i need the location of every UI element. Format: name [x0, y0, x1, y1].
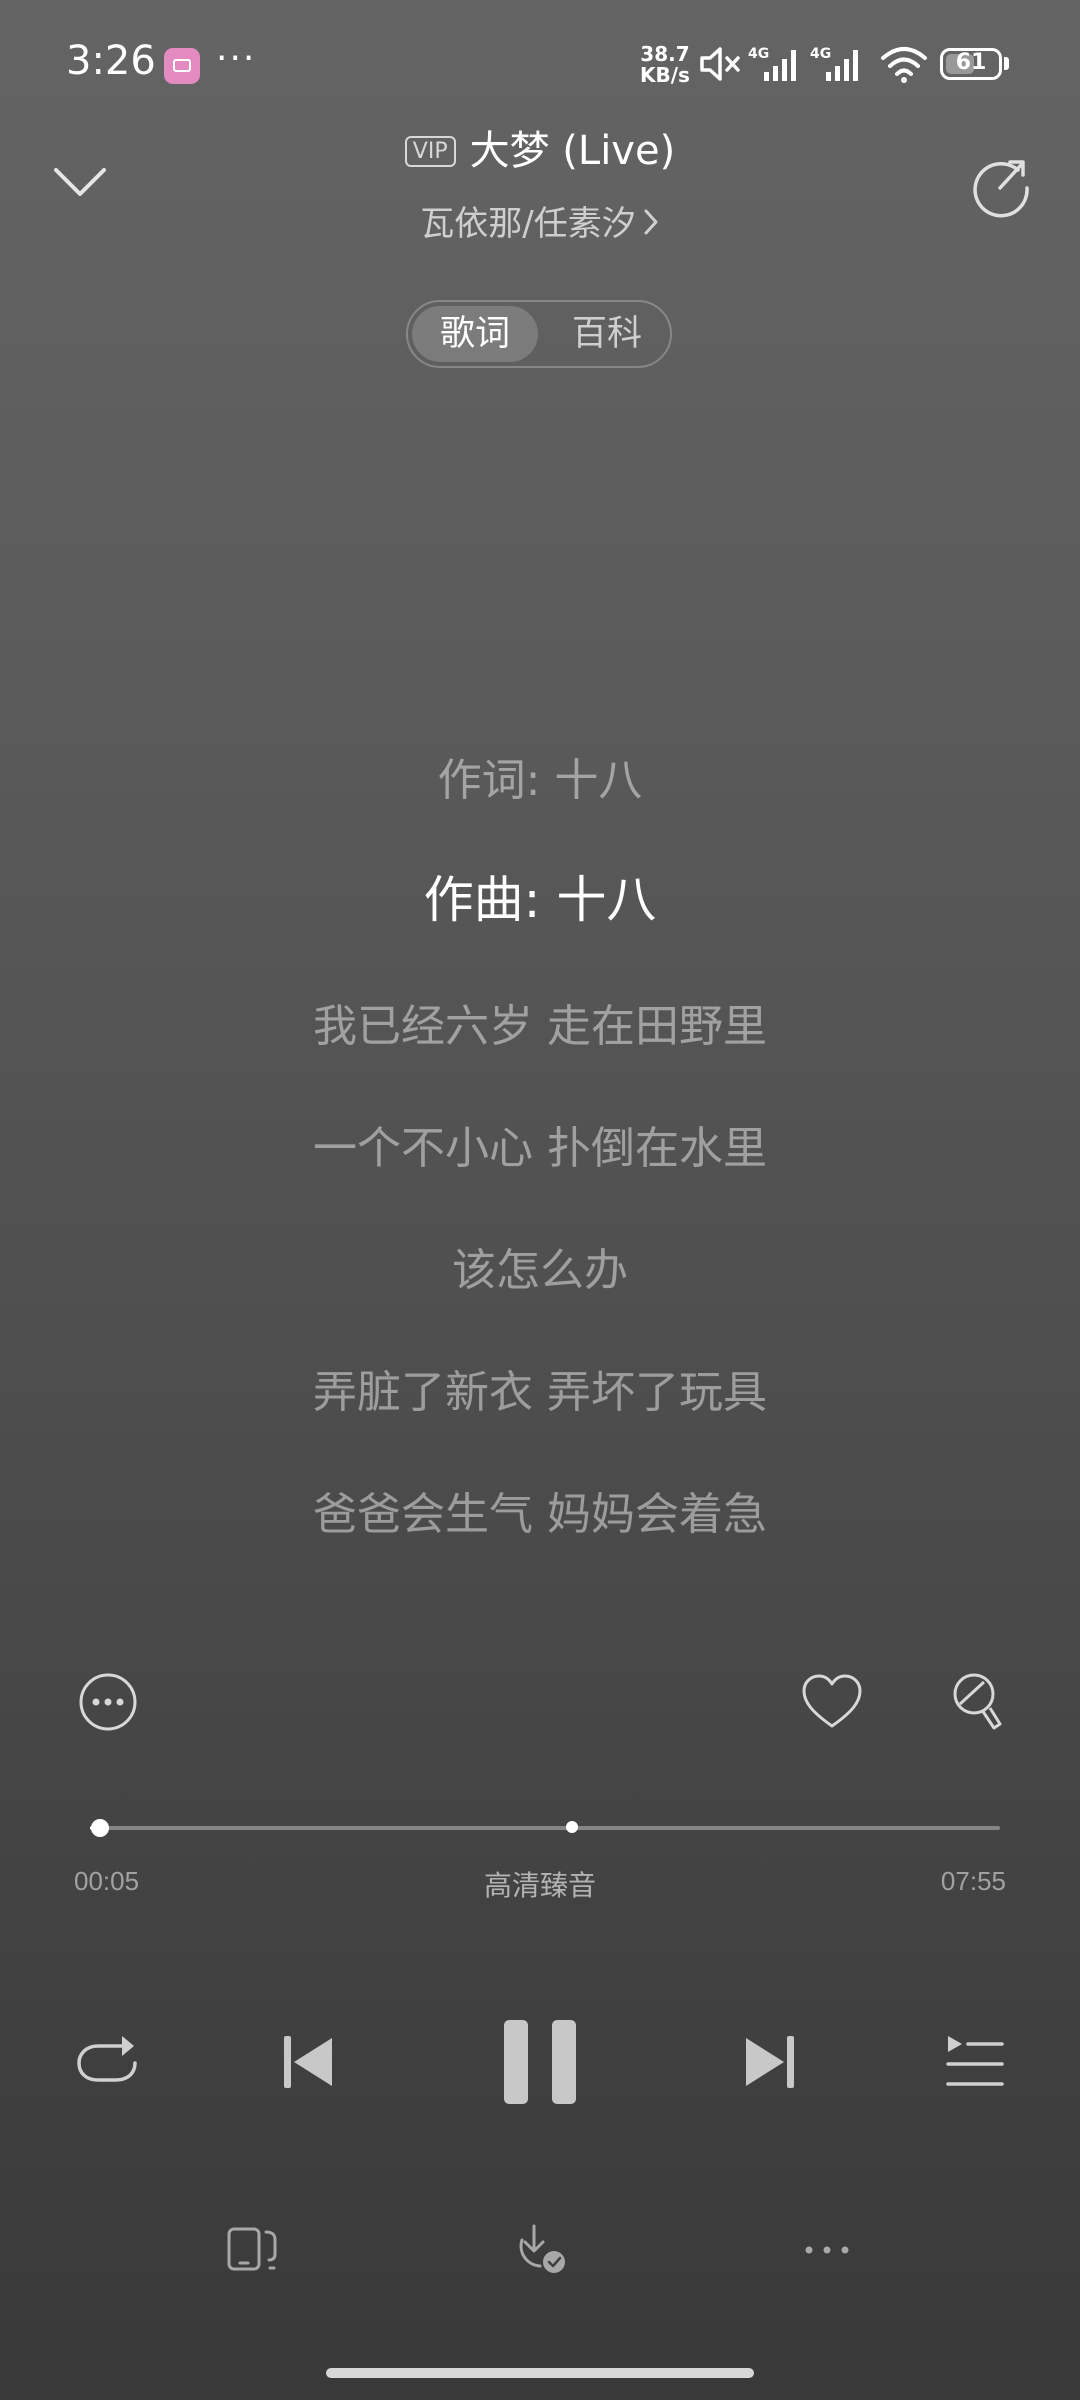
playlist-icon[interactable] — [946, 2034, 1004, 2090]
song-title-row[interactable]: VIP 大梦 (Live) — [0, 118, 1080, 176]
network-speed: 38.7 KB/s — [640, 44, 690, 86]
network-type-2: 4G — [810, 46, 831, 62]
lyric-line[interactable]: 爸爸会生气 妈妈会着急 — [0, 1478, 1080, 1542]
battery-percent: 61 — [955, 50, 987, 75]
options-icon[interactable] — [802, 2240, 852, 2260]
battery-icon: 61 — [940, 48, 1002, 80]
progress-thumb[interactable] — [91, 1819, 109, 1837]
download-icon[interactable] — [514, 2222, 568, 2276]
view-tab-switch: 歌词 百科 — [406, 300, 672, 368]
lyric-line[interactable]: 作词: 十八 — [0, 744, 1080, 808]
lyric-line-active[interactable]: 作曲: 十八 — [0, 860, 1080, 932]
vip-badge: VIP — [404, 136, 456, 167]
next-icon[interactable] — [744, 2034, 796, 2090]
lyric-line[interactable]: 该怎么办 — [0, 1234, 1080, 1298]
heart-icon[interactable] — [800, 1672, 864, 1732]
total-time: 07:55 — [940, 1866, 1006, 1896]
chevron-right-icon — [644, 209, 658, 235]
status-more: ··· — [216, 38, 257, 79]
quality-button[interactable]: 高清臻音 — [0, 1864, 1080, 1904]
previous-icon[interactable] — [282, 2034, 334, 2090]
signal-icon-1: 4G — [748, 46, 796, 81]
home-indicator[interactable] — [326, 2368, 754, 2378]
share-icon[interactable] — [966, 150, 1036, 220]
lyric-line[interactable]: 我已经六岁 走在田野里 — [0, 990, 1080, 1054]
artist-name: 瓦依那/任素汐 — [420, 204, 636, 244]
artist-link[interactable]: 瓦依那/任素汐 — [0, 196, 1080, 245]
climax-marker[interactable] — [566, 1821, 579, 1833]
device-icon[interactable] — [226, 2224, 278, 2274]
pause-icon[interactable] — [500, 2018, 580, 2106]
network-speed-unit: KB/s — [640, 63, 690, 87]
signal-icon-2: 4G — [810, 46, 858, 81]
muted-speaker-icon — [700, 47, 740, 81]
tab-wiki[interactable]: 百科 — [544, 306, 670, 362]
app-notification-icon — [164, 48, 200, 84]
tab-lyrics[interactable]: 歌词 — [412, 306, 538, 362]
network-speed-value: 38.7 — [640, 42, 690, 66]
progress-bar[interactable] — [90, 1819, 1000, 1837]
song-title: 大梦 (Live) — [469, 128, 676, 174]
network-type-1: 4G — [748, 46, 769, 62]
lyric-line[interactable]: 弄脏了新衣 弄坏了玩具 — [0, 1356, 1080, 1420]
microphone-icon[interactable] — [948, 1670, 1006, 1736]
more-icon[interactable] — [78, 1672, 138, 1732]
status-time: 3:26 — [66, 38, 156, 84]
repeat-icon[interactable] — [74, 2032, 140, 2090]
wifi-icon — [881, 47, 927, 83]
battery-tip — [1004, 57, 1009, 70]
lyric-line[interactable]: 一个不小心 扑倒在水里 — [0, 1112, 1080, 1176]
